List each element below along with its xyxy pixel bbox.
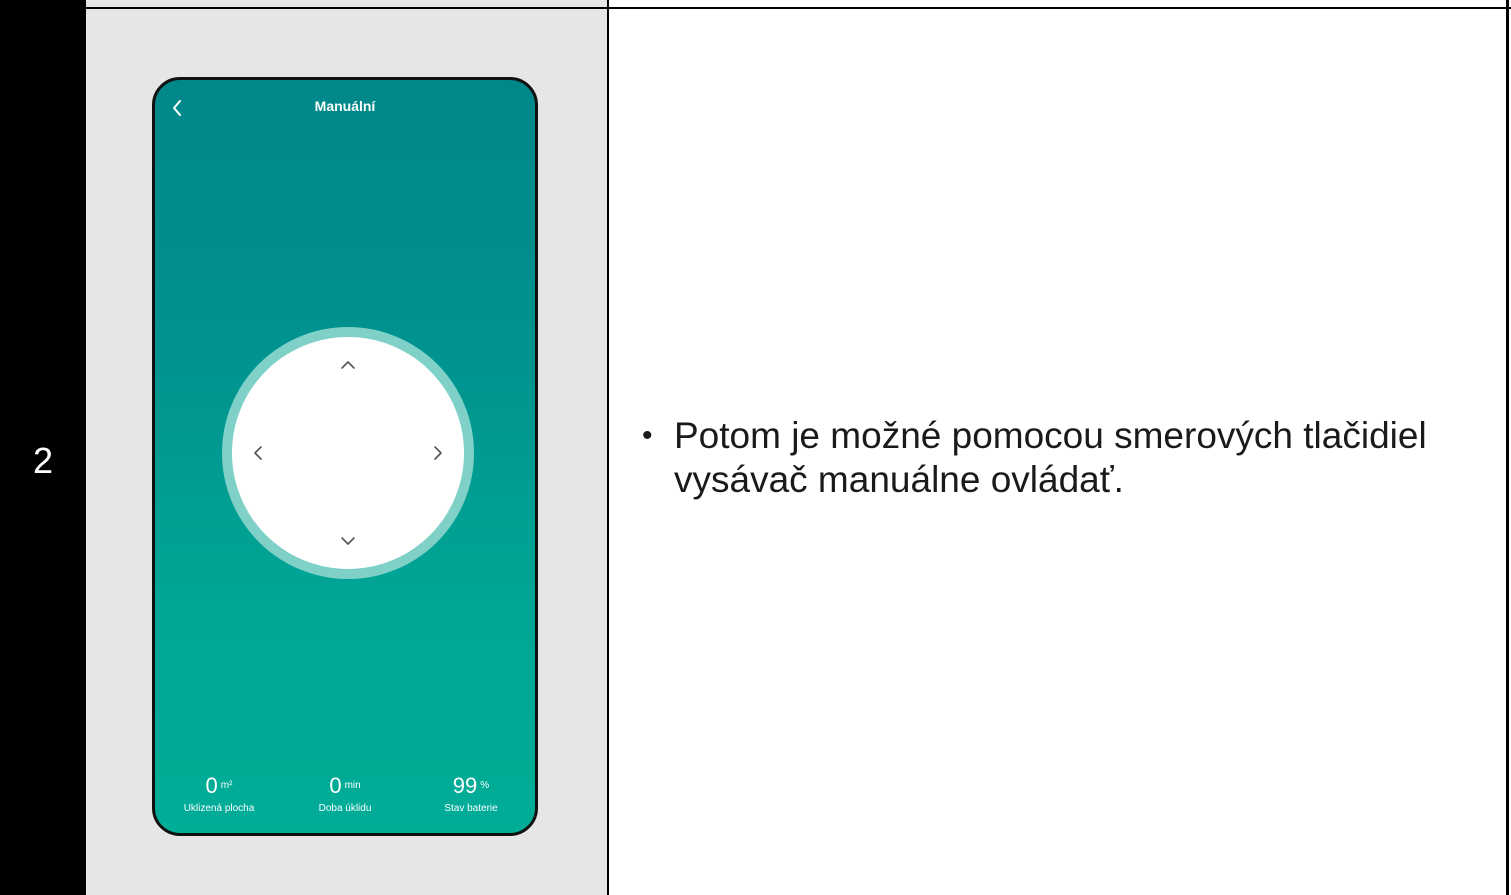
- stat-cleaned-area: 0 m² Uklizená plocha: [155, 773, 283, 814]
- table-border-top: [86, 7, 1511, 9]
- chevron-down-icon[interactable]: [336, 529, 360, 553]
- stat-label: Stav baterie: [444, 803, 498, 814]
- instruction-body: Potom je možné pomocou smerových tlačidi…: [674, 415, 1427, 500]
- bullet-marker: •: [642, 419, 653, 452]
- stat-value: 0: [205, 773, 218, 798]
- instruction-text: • Potom je možné pomocou smerových tlači…: [626, 414, 1486, 502]
- stat-unit: %: [480, 780, 490, 791]
- stat-label: Uklizená plocha: [183, 803, 255, 814]
- stat-label: Doba úklidu: [318, 803, 372, 814]
- phone-screenshot: Manuální 0 m² Uklizená plocha 0 min Doba…: [152, 77, 538, 836]
- app-header: Manuální: [155, 94, 535, 122]
- stats-bar: 0 m² Uklizená plocha 0 min Doba úklidu 99%…: [155, 773, 535, 823]
- stat-value: 99: [452, 773, 478, 798]
- chevron-up-icon[interactable]: [336, 353, 360, 377]
- stat-cleaning-time: 0 min Doba úklidu: [281, 773, 409, 814]
- step-column: 2: [0, 0, 86, 895]
- table-column-divider: [607, 0, 609, 895]
- direction-pad: [232, 337, 464, 569]
- stat-battery: 99% Stav baterie: [407, 773, 535, 814]
- screen-title: Manuální: [314, 98, 376, 114]
- direction-pad-ring: [222, 327, 474, 579]
- top-strip: [86, 0, 607, 7]
- stat-value: 0: [329, 773, 342, 798]
- chevron-left-icon[interactable]: [246, 441, 270, 465]
- step-number: 2: [32, 440, 54, 481]
- chevron-right-icon[interactable]: [426, 441, 450, 465]
- stat-unit: min: [344, 780, 361, 791]
- table-border-right: [1506, 0, 1509, 895]
- stat-unit: m²: [220, 780, 233, 791]
